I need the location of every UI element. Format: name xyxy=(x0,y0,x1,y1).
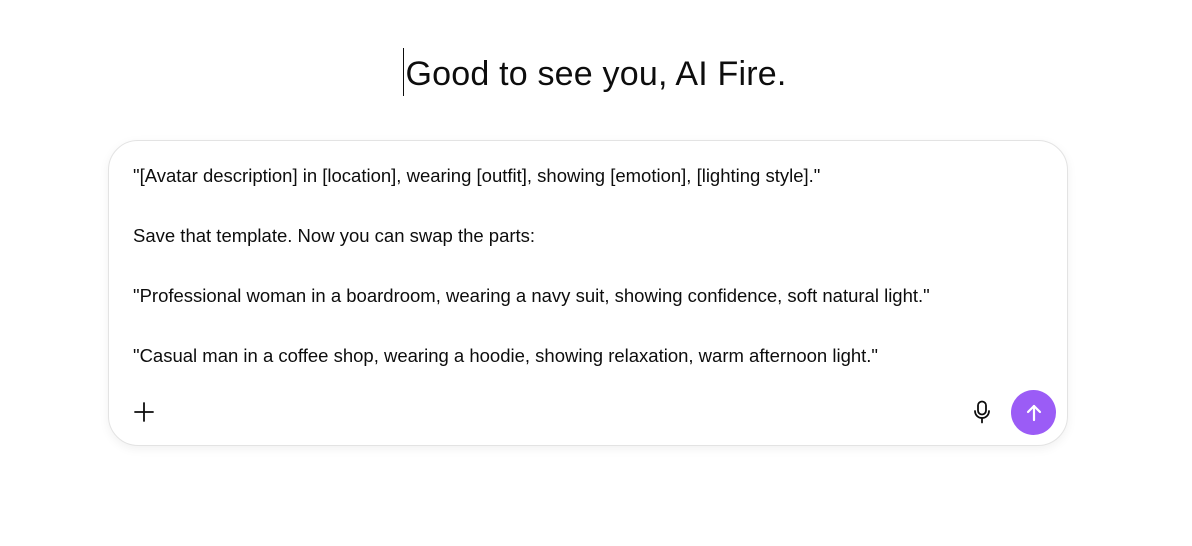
text-cursor xyxy=(403,48,405,96)
prompt-line: "Professional woman in a boardroom, wear… xyxy=(133,285,930,306)
chat-home: Good to see you, AI Fire. "[Avatar descr… xyxy=(0,0,1192,546)
microphone-icon xyxy=(974,400,990,424)
prompt-line: Save that template. Now you can swap the… xyxy=(133,225,536,246)
arrow-up-icon xyxy=(1026,404,1041,421)
prompt-line: "Casual man in a coffee shop, wearing a … xyxy=(133,345,879,366)
greeting-text: Good to see you, AI Fire. xyxy=(405,55,787,93)
prompt-line: "[Avatar description] in [location], wea… xyxy=(133,165,821,186)
prompt-composer[interactable]: "[Avatar description] in [location], wea… xyxy=(108,140,1068,446)
voice-input-button[interactable] xyxy=(967,397,997,427)
send-button[interactable] xyxy=(1011,390,1056,435)
add-attachment-button[interactable] xyxy=(129,397,159,427)
plus-icon xyxy=(134,402,154,422)
prompt-input[interactable]: "[Avatar description] in [location], wea… xyxy=(133,163,1033,369)
greeting-heading: Good to see you, AI Fire. xyxy=(0,48,1192,96)
